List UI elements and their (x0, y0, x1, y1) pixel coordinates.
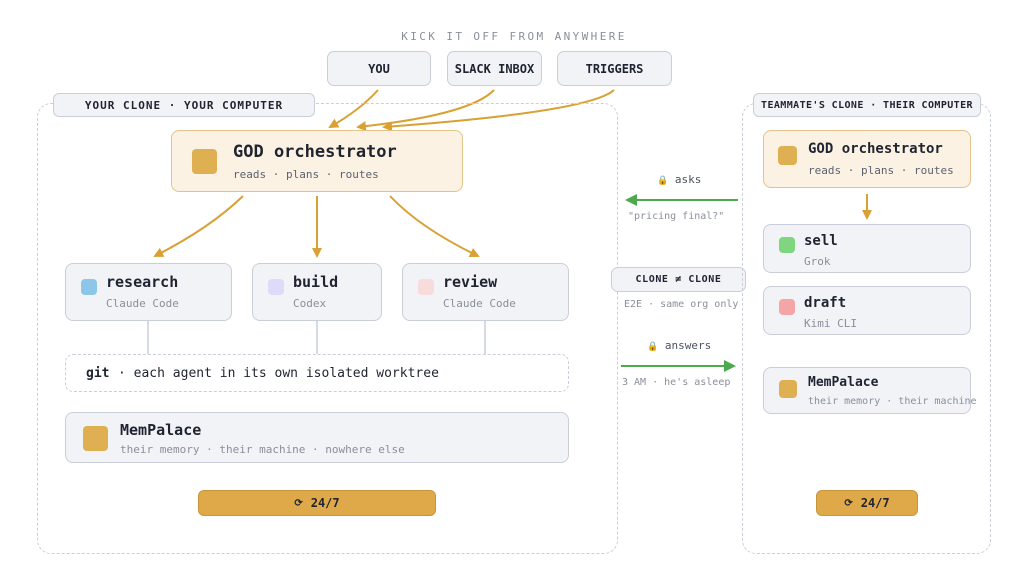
research-square-icon (81, 279, 97, 295)
agent-title-draft: draft (804, 295, 847, 311)
orchestrator-subtitle: reads · plans · routes (233, 168, 379, 181)
git-description: · each agent in its own isolated worktre… (118, 366, 439, 381)
agent-card-sell[interactable]: sell Grok (763, 224, 971, 273)
memory-subtitle: their memory · their machine · nowhere e… (120, 443, 405, 456)
agent-card-build[interactable]: build Codex (252, 263, 382, 321)
agent-title-build: build (293, 273, 339, 291)
answers-note: 3 AM · he's asleep (622, 377, 731, 388)
asks-label: asks (674, 173, 702, 186)
input-slack-inbox[interactable]: SLACK INBOX (447, 51, 542, 86)
agent-subtitle-research: Claude Code (106, 297, 179, 310)
input-triggers[interactable]: TRIGGERS (557, 51, 672, 86)
top-caption: KICK IT OFF FROM ANYWHERE (401, 30, 627, 43)
clone-sub-note: E2E · same org only (624, 299, 739, 310)
agent-title-review: review (443, 273, 498, 291)
answers-text: 🔒 answers (647, 339, 711, 352)
agent-title-research: research (106, 273, 179, 291)
agent-card-review[interactable]: review Claude Code (402, 263, 569, 321)
clone-not-equal-label: CLONE ≠ CLONE (611, 267, 746, 292)
teammate-orchestrator-card[interactable]: GOD orchestrator reads · plans · routes (763, 130, 971, 188)
lock-icon: 🔒 (657, 176, 669, 186)
agent-subtitle-build: Codex (293, 297, 327, 310)
orchestrator-card[interactable]: GOD orchestrator reads · plans · routes (171, 130, 463, 192)
memory-square-icon (83, 426, 108, 451)
teammate-uptime-badge: ⟳ 24/7 (816, 490, 918, 516)
uptime-badge: ⟳ 24/7 (198, 490, 436, 516)
git-worktree-box: git · each agent in its own isolated wor… (65, 354, 569, 392)
teammate-memory-title: MemPalace (808, 375, 879, 390)
sell-square-icon (779, 237, 795, 253)
lock-icon: 🔒 (647, 342, 659, 352)
teammate-orchestrator-title: GOD orchestrator (808, 141, 943, 157)
teammate-memory-square-icon (779, 380, 797, 398)
agent-card-draft[interactable]: draft Kimi CLI (763, 286, 971, 335)
git-keyword: git (86, 366, 110, 381)
orchestrator-title: GOD orchestrator (233, 142, 397, 162)
review-square-icon (418, 279, 434, 295)
refresh-icon: ⟳ (294, 497, 303, 509)
memory-title: MemPalace (120, 421, 202, 439)
teammate-orchestrator-square-icon (778, 146, 797, 165)
refresh-icon: ⟳ (844, 497, 853, 509)
orchestrator-square-icon (192, 149, 217, 174)
agent-subtitle-draft: Kimi CLI (804, 317, 857, 330)
answers-label: answers (664, 339, 712, 352)
teammate-orchestrator-subtitle: reads · plans · routes (808, 164, 954, 177)
teammate-clone-label: TEAMMATE'S CLONE · THEIR COMPUTER (753, 93, 981, 117)
asks-text: 🔒 asks (657, 173, 701, 186)
agent-card-research[interactable]: research Claude Code (65, 263, 232, 321)
uptime-label: 24/7 (310, 496, 340, 510)
agent-subtitle-review: Claude Code (443, 297, 516, 310)
input-you[interactable]: YOU (327, 51, 431, 86)
memory-card[interactable]: MemPalace their memory · their machine ·… (65, 412, 569, 463)
build-square-icon (268, 279, 284, 295)
teammate-uptime-label: 24/7 (860, 496, 890, 510)
your-clone-label: YOUR CLONE · YOUR COMPUTER (53, 93, 315, 117)
asks-quote: "pricing final?" (628, 211, 725, 222)
teammate-memory-subtitle: their memory · their machine (808, 396, 977, 407)
teammate-memory-card[interactable]: MemPalace their memory · their machine (763, 367, 977, 414)
agent-subtitle-sell: Grok (804, 255, 831, 268)
draft-square-icon (779, 299, 795, 315)
agent-title-sell: sell (804, 233, 838, 249)
